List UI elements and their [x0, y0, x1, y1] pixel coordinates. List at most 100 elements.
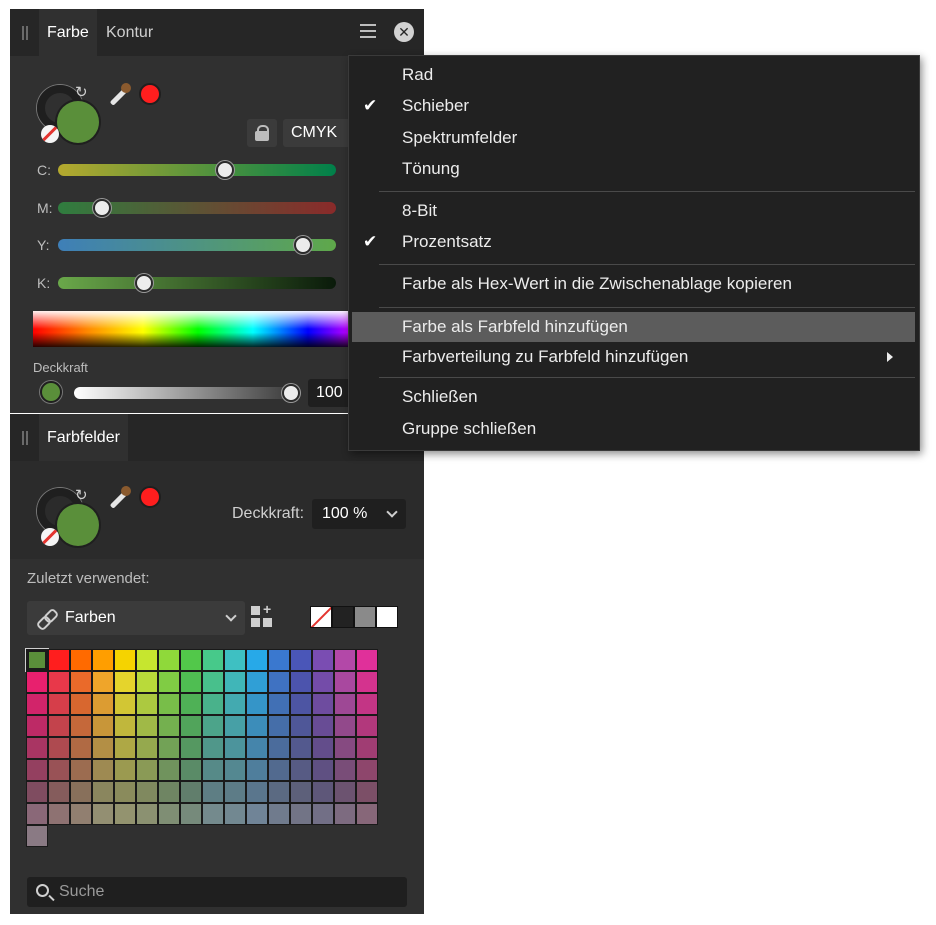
color-swatch[interactable] [334, 693, 356, 715]
color-swatch[interactable] [136, 737, 158, 759]
color-swatch[interactable] [92, 693, 114, 715]
color-swatch[interactable] [356, 671, 378, 693]
color-swatch[interactable] [48, 781, 70, 803]
color-swatch[interactable] [26, 715, 48, 737]
color-swatch[interactable] [114, 693, 136, 715]
slider-knob[interactable] [93, 199, 112, 217]
color-swatch[interactable] [92, 671, 114, 693]
opacity-slider[interactable] [74, 384, 300, 402]
color-swatch[interactable] [312, 649, 334, 671]
tab-farbe[interactable]: Farbe [39, 9, 97, 56]
color-swatch[interactable] [312, 803, 334, 825]
color-swatch[interactable] [202, 759, 224, 781]
color-swatch[interactable] [92, 803, 114, 825]
color-swatch[interactable] [180, 781, 202, 803]
recent-swatch-none[interactable] [310, 606, 332, 628]
menu-item-1[interactable]: ✔ Schieber [349, 91, 919, 121]
menu-item-6[interactable]: Farbe als Hex-Wert in die Zwischenablage… [349, 269, 919, 299]
color-swatch[interactable] [246, 715, 268, 737]
color-swatch[interactable] [92, 715, 114, 737]
color-swatch[interactable] [114, 649, 136, 671]
color-swatch[interactable] [158, 649, 180, 671]
color-swatch[interactable] [180, 649, 202, 671]
fill-color-circle[interactable] [57, 101, 99, 143]
color-swatch[interactable] [202, 671, 224, 693]
color-swatch[interactable] [136, 649, 158, 671]
color-swatch[interactable] [92, 759, 114, 781]
color-swatch[interactable] [202, 781, 224, 803]
color-swatch[interactable] [70, 671, 92, 693]
color-swatch[interactable] [224, 693, 246, 715]
color-swatch[interactable] [70, 737, 92, 759]
slider-track-3[interactable] [58, 274, 336, 292]
color-swatch[interactable] [312, 693, 334, 715]
color-swatch[interactable] [26, 759, 48, 781]
color-swatch[interactable] [312, 737, 334, 759]
color-swatch[interactable] [114, 803, 136, 825]
color-swatch[interactable] [290, 693, 312, 715]
color-swatch[interactable] [268, 759, 290, 781]
color-picker-icon[interactable] [106, 484, 136, 514]
slider-track-1[interactable] [58, 199, 336, 217]
color-swatch[interactable] [114, 759, 136, 781]
color-swatch[interactable] [202, 715, 224, 737]
color-spectrum[interactable] [33, 311, 363, 347]
color-swatch[interactable] [356, 715, 378, 737]
color-swatch[interactable] [70, 715, 92, 737]
color-picker-icon[interactable] [106, 81, 136, 111]
color-swatch[interactable] [334, 649, 356, 671]
color-swatch[interactable] [48, 759, 70, 781]
color-swatch[interactable] [224, 671, 246, 693]
close-panel-icon[interactable]: ✕ [394, 22, 414, 42]
slider-knob[interactable] [135, 274, 154, 292]
color-swatch[interactable] [92, 649, 114, 671]
menu-item-4[interactable]: 8-Bit [349, 196, 919, 226]
color-swatch[interactable] [158, 759, 180, 781]
color-swatch[interactable] [290, 759, 312, 781]
color-swatch[interactable] [180, 671, 202, 693]
color-swatch[interactable] [246, 649, 268, 671]
color-swatch[interactable] [70, 693, 92, 715]
recent-swatch[interactable] [332, 606, 354, 628]
color-swatch[interactable] [26, 649, 48, 671]
no-color-icon[interactable] [41, 528, 59, 546]
color-swatch[interactable] [290, 715, 312, 737]
color-swatch[interactable] [290, 737, 312, 759]
picked-color-swatch[interactable] [139, 486, 161, 508]
panel-grip-handle[interactable] [22, 26, 28, 40]
color-swatch[interactable] [334, 759, 356, 781]
tab-kontur[interactable]: Kontur [106, 9, 153, 56]
color-swatch[interactable] [246, 737, 268, 759]
color-swatch[interactable] [70, 781, 92, 803]
color-swatch[interactable] [158, 737, 180, 759]
color-swatch[interactable] [180, 803, 202, 825]
color-swatch[interactable] [136, 715, 158, 737]
color-swatch[interactable] [180, 759, 202, 781]
color-swatch[interactable] [70, 803, 92, 825]
color-swatch[interactable] [268, 693, 290, 715]
color-swatch[interactable] [26, 693, 48, 715]
color-swatch[interactable] [268, 649, 290, 671]
color-swatch[interactable] [268, 737, 290, 759]
color-swatch[interactable] [26, 803, 48, 825]
color-swatch[interactable] [334, 803, 356, 825]
panel-grip-handle[interactable] [22, 431, 28, 445]
color-swatch[interactable] [136, 781, 158, 803]
color-swatch[interactable] [356, 781, 378, 803]
color-swatch[interactable] [334, 671, 356, 693]
color-swatch[interactable] [92, 737, 114, 759]
color-swatch[interactable] [290, 671, 312, 693]
color-swatch[interactable] [356, 649, 378, 671]
color-swatch[interactable] [246, 803, 268, 825]
color-swatch[interactable] [158, 693, 180, 715]
color-swatch[interactable] [246, 781, 268, 803]
color-swatch[interactable] [26, 671, 48, 693]
color-swatch[interactable] [334, 781, 356, 803]
color-swatch[interactable] [114, 737, 136, 759]
no-color-icon[interactable] [41, 125, 59, 143]
color-swatch[interactable] [312, 671, 334, 693]
search-input[interactable]: Suche [27, 877, 407, 907]
swap-colors-icon[interactable]: ↻ [75, 486, 88, 504]
color-swatch[interactable] [268, 803, 290, 825]
slider-knob[interactable] [293, 236, 312, 254]
